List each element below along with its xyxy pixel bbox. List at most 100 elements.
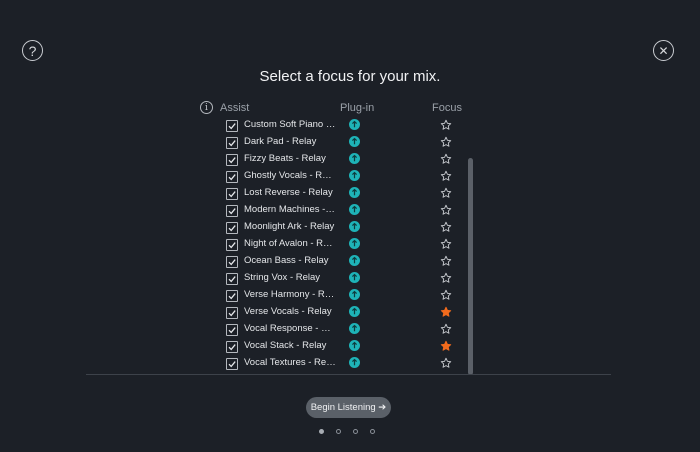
arrow-up-icon (351, 307, 358, 315)
checkmark-icon (228, 123, 236, 130)
checkmark-icon (228, 191, 236, 198)
column-header-assist: Assist (220, 102, 250, 114)
focus-star-icon[interactable] (440, 169, 452, 187)
help-button[interactable]: ? (22, 40, 43, 61)
focus-star-icon[interactable] (440, 237, 452, 255)
plugin-open-button[interactable] (349, 323, 360, 334)
focus-star-icon[interactable] (440, 356, 452, 374)
focus-star-icon[interactable] (440, 322, 452, 340)
column-header-plugin: Plug-in (340, 102, 375, 114)
checkmark-icon (228, 293, 236, 300)
track-name: Dark Pad - Relay (244, 136, 317, 147)
focus-star-filled-icon[interactable] (440, 305, 452, 323)
page-dot[interactable] (370, 429, 375, 434)
arrow-up-icon (351, 324, 358, 332)
track-name: Vocal Stack - Relay (244, 340, 327, 351)
assist-checkbox[interactable] (226, 290, 238, 302)
focus-star-icon[interactable] (440, 288, 452, 306)
track-row: Vocal Stack - Relay (0, 339, 700, 356)
checkmark-icon (228, 157, 236, 164)
focus-star-icon[interactable] (440, 203, 452, 221)
plugin-open-button[interactable] (349, 272, 360, 283)
arrow-up-icon (351, 188, 358, 196)
assist-checkbox[interactable] (226, 358, 238, 370)
plugin-open-button[interactable] (349, 170, 360, 181)
assist-checkbox[interactable] (226, 239, 238, 251)
track-name: Modern Machines - R... (244, 204, 336, 215)
plugin-open-button[interactable] (349, 357, 360, 368)
focus-star-icon[interactable] (440, 271, 452, 289)
column-header-focus: Focus (432, 102, 462, 114)
assist-checkbox[interactable] (226, 307, 238, 319)
checkmark-icon (228, 259, 236, 266)
checkmark-icon (228, 140, 236, 147)
plugin-open-button[interactable] (349, 238, 360, 249)
plugin-open-button[interactable] (349, 306, 360, 317)
plugin-open-button[interactable] (349, 289, 360, 300)
track-row: Vocal Textures - Relay (0, 356, 700, 373)
page-dot[interactable] (336, 429, 341, 434)
plugin-open-button[interactable] (349, 204, 360, 215)
track-row: Verse Vocals - Relay (0, 305, 700, 322)
assist-checkbox[interactable] (226, 137, 238, 149)
track-row: Modern Machines - R... (0, 203, 700, 220)
checkmark-icon (228, 225, 236, 232)
close-icon: ✕ (658, 43, 669, 58)
scrollbar[interactable] (468, 158, 473, 375)
track-row: Moonlight Ark - Relay (0, 220, 700, 237)
arrow-up-icon (351, 341, 358, 349)
focus-star-filled-icon[interactable] (440, 339, 452, 357)
focus-star-icon[interactable] (440, 152, 452, 170)
track-name: Fizzy Beats - Relay (244, 153, 326, 164)
arrow-up-icon (351, 205, 358, 213)
arrow-up-icon (351, 137, 358, 145)
assist-checkbox[interactable] (226, 256, 238, 268)
track-name: Custom Soft Piano - ... (244, 119, 336, 130)
arrow-up-icon (351, 120, 358, 128)
assist-checkbox[interactable] (226, 188, 238, 200)
track-row: Ghostly Vocals - Relay (0, 169, 700, 186)
focus-star-icon[interactable] (440, 186, 452, 204)
assist-checkbox[interactable] (226, 171, 238, 183)
info-icon[interactable]: i (200, 101, 213, 114)
page-dot[interactable] (319, 429, 324, 434)
plugin-open-button[interactable] (349, 153, 360, 164)
focus-star-icon[interactable] (440, 118, 452, 136)
page-title: Select a focus for your mix. (259, 68, 441, 85)
checkmark-icon (228, 208, 236, 215)
plugin-open-button[interactable] (349, 119, 360, 130)
checkmark-icon (228, 174, 236, 181)
checkmark-icon (228, 242, 236, 249)
focus-star-icon[interactable] (440, 254, 452, 272)
track-name: Ocean Bass - Relay (244, 255, 329, 266)
plugin-open-button[interactable] (349, 255, 360, 266)
plugin-open-button[interactable] (349, 221, 360, 232)
track-row: Ocean Bass - Relay (0, 254, 700, 271)
track-row: Verse Harmony - Relay (0, 288, 700, 305)
plugin-open-button[interactable] (349, 187, 360, 198)
track-row: String Vox - Relay (0, 271, 700, 288)
assist-checkbox[interactable] (226, 205, 238, 217)
assist-checkbox[interactable] (226, 341, 238, 353)
arrow-up-icon (351, 256, 358, 264)
assist-checkbox[interactable] (226, 154, 238, 166)
track-name: Moonlight Ark - Relay (244, 221, 335, 232)
track-name: Night of Avalon - Relay (244, 238, 336, 249)
page-dot[interactable] (353, 429, 358, 434)
assist-checkbox[interactable] (226, 273, 238, 285)
assist-checkbox[interactable] (226, 222, 238, 234)
plugin-open-button[interactable] (349, 340, 360, 351)
begin-listening-button[interactable]: Begin Listening ➔ (306, 397, 391, 418)
focus-star-icon[interactable] (440, 220, 452, 238)
track-row: Fizzy Beats - Relay (0, 152, 700, 169)
arrow-up-icon (351, 273, 358, 281)
assist-checkbox[interactable] (226, 120, 238, 132)
plugin-open-button[interactable] (349, 136, 360, 147)
focus-star-icon[interactable] (440, 135, 452, 153)
arrow-up-icon (351, 154, 358, 162)
track-name: Ghostly Vocals - Relay (244, 170, 336, 181)
divider (86, 374, 611, 375)
track-row: Lost Reverse - Relay (0, 186, 700, 203)
assist-checkbox[interactable] (226, 324, 238, 336)
close-button[interactable]: ✕ (653, 40, 674, 61)
